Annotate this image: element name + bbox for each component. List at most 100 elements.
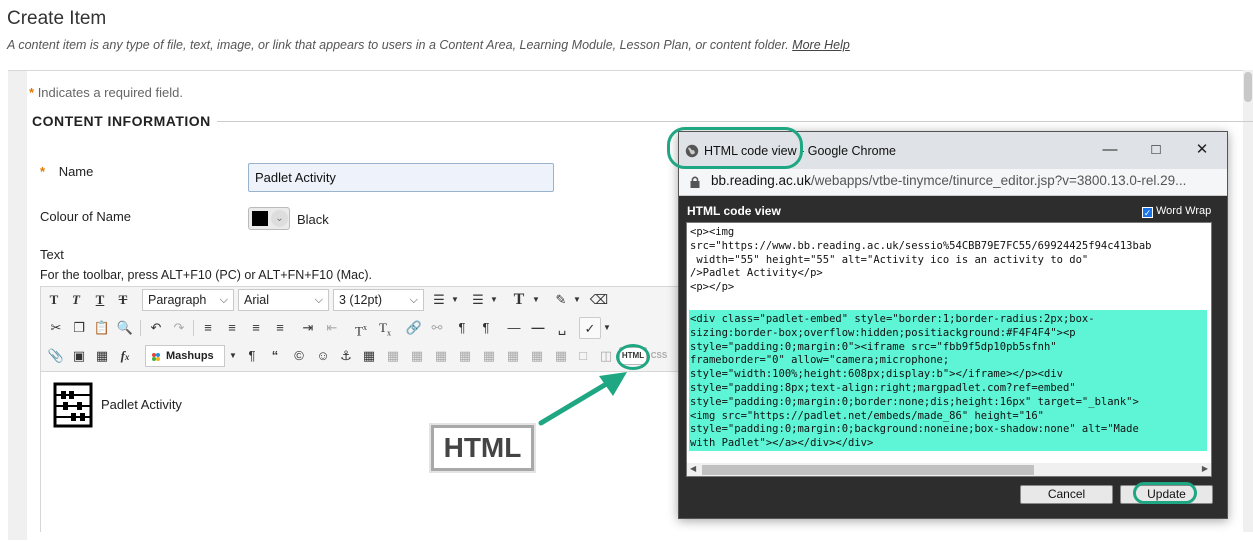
toolbar-row-3: 📎 ▣ ▦ fx Mashups ▼ ¶ “ © ☺ ⚓ ▦ ▦ ▦ ▦ ▦ ▦… <box>41 343 679 369</box>
math-formula-icon[interactable]: fx <box>114 345 136 367</box>
html-callout: HTML <box>431 425 534 471</box>
horizontal-rule-icon[interactable]: — <box>527 317 549 339</box>
table-merge-icon[interactable]: ▦ <box>550 345 572 367</box>
subscript-icon[interactable]: Tx <box>374 317 396 339</box>
table-split-icon[interactable]: ▦ <box>526 345 548 367</box>
insert-media-icon[interactable]: ▦ <box>91 345 113 367</box>
scroll-left-icon[interactable]: ◀ <box>690 464 696 473</box>
align-left-icon[interactable]: ≡ <box>197 317 219 339</box>
copy-icon[interactable]: ❐ <box>68 317 90 339</box>
name-required-star: * <box>40 164 46 179</box>
colour-swatch <box>252 211 268 226</box>
text-color-icon[interactable]: T <box>508 289 530 311</box>
chevron-down-icon[interactable]: ▼ <box>602 317 612 339</box>
table-row-before-icon[interactable]: ▦ <box>382 345 404 367</box>
table-delete-col-icon[interactable]: ▦ <box>502 345 524 367</box>
size-select[interactable]: 3 (12pt) ⌵ <box>333 289 424 311</box>
align-center-icon[interactable]: ≡ <box>221 317 243 339</box>
html-code-textarea[interactable]: <p><img src="https://www.bb.reading.ac.u… <box>686 222 1212 477</box>
toolbar-separator <box>193 320 194 336</box>
table-cell-icon[interactable]: □ <box>572 345 594 367</box>
italic-icon[interactable]: T <box>65 289 87 311</box>
name-input[interactable] <box>248 163 554 192</box>
chevron-down-icon[interactable]: ▼ <box>572 289 582 311</box>
page-description: A content item is any type of file, text… <box>7 38 850 52</box>
page-scrollbar-thumb[interactable] <box>1244 72 1252 102</box>
toolbar-separator <box>140 320 141 336</box>
paste-icon[interactable]: 📋 <box>91 317 113 339</box>
align-right-icon[interactable]: ≡ <box>245 317 267 339</box>
superscript-icon[interactable]: Tx <box>350 317 372 339</box>
link-icon[interactable]: 🔗 <box>403 317 425 339</box>
insert-image-icon[interactable]: ▣ <box>68 345 90 367</box>
text-label: Text <box>40 247 64 262</box>
section-divider <box>217 121 1253 122</box>
format-select[interactable]: Paragraph ⌵ <box>142 289 234 311</box>
chevron-down-icon[interactable]: ▼ <box>450 289 460 311</box>
chevron-down-icon: ⌵ <box>219 294 228 306</box>
editor-item-text: Padlet Activity <box>101 397 182 412</box>
table-icon[interactable]: ▦ <box>358 345 380 367</box>
scroll-right-icon[interactable]: ▶ <box>1202 464 1208 473</box>
numbered-list-icon[interactable]: ☰ <box>467 289 489 311</box>
word-wrap-checkbox[interactable]: ✓ Word Wrap <box>1142 205 1211 218</box>
address-bar[interactable]: bb.reading.ac.uk/webapps/vtbe-tinymce/ti… <box>679 169 1227 196</box>
unlink-icon[interactable]: ⚯ <box>426 317 448 339</box>
section-title: CONTENT INFORMATION <box>32 113 211 129</box>
copyright-icon[interactable]: © <box>288 345 310 367</box>
font-select[interactable]: Arial ⌵ <box>238 289 329 311</box>
undo-icon[interactable]: ↶ <box>145 317 167 339</box>
ltr-icon[interactable]: ¶ <box>451 317 473 339</box>
underline-icon[interactable]: T <box>89 289 111 311</box>
eraser-icon[interactable]: ⌫ <box>588 289 610 311</box>
close-icon[interactable]: ✕ <box>1191 140 1213 160</box>
outdent-icon[interactable]: ⇤ <box>321 317 343 339</box>
redo-icon[interactable]: ↷ <box>168 317 190 339</box>
anchor-icon[interactable]: ⚓ <box>335 345 357 367</box>
justify-icon[interactable]: ≡ <box>269 317 291 339</box>
scrollbar-thumb[interactable] <box>702 465 1034 475</box>
strikethrough-icon[interactable]: T <box>112 289 134 311</box>
mashups-icon <box>152 353 160 361</box>
horizontal-line-icon[interactable]: — <box>503 317 525 339</box>
indent-icon[interactable]: ⇥ <box>297 317 319 339</box>
more-help-link[interactable]: More Help <box>792 38 850 52</box>
css-button[interactable]: CSS <box>648 345 670 367</box>
format-select-value: Paragraph <box>148 293 207 307</box>
chevron-down-icon[interactable]: ▼ <box>531 289 541 311</box>
update-button-highlight <box>1133 482 1197 504</box>
page-scrollbar[interactable] <box>1243 70 1253 532</box>
table-row-after-icon[interactable]: ▦ <box>406 345 428 367</box>
cut-icon[interactable]: ✂ <box>45 317 67 339</box>
mashups-select[interactable]: Mashups <box>145 345 225 367</box>
emoticon-icon[interactable]: ☺ <box>312 345 334 367</box>
maximize-icon[interactable]: □ <box>1145 140 1167 160</box>
highlight-pen-icon[interactable]: ✎ <box>550 289 572 311</box>
chevron-down-icon: ⌵ <box>314 294 323 306</box>
font-select-value: Arial <box>244 293 270 307</box>
editor-toolbar: T T T T Paragraph ⌵ Arial ⌵ 3 (12pt) ⌵ ☰ ▼ … <box>40 286 680 372</box>
mashups-label: Mashups <box>166 350 214 362</box>
name-label: Name <box>58 164 94 179</box>
attach-file-icon[interactable]: 📎 <box>45 345 67 367</box>
chevron-down-icon[interactable]: ▼ <box>228 345 238 367</box>
nonbreaking-space-icon[interactable]: ␣ <box>551 317 573 339</box>
colour-label: Colour of Name <box>40 209 132 224</box>
table-col-before-icon[interactable]: ▦ <box>454 345 476 367</box>
rtl-icon[interactable]: ¶ <box>475 317 497 339</box>
code-horizontal-scrollbar[interactable]: ◀ ▶ <box>687 463 1211 476</box>
show-blocks-icon[interactable]: ◫ <box>595 345 617 367</box>
code-text-selected: <div class="padlet-embed" style="border:… <box>690 313 1139 450</box>
bullet-list-icon[interactable]: ☰ <box>428 289 450 311</box>
cancel-button[interactable]: Cancel <box>1020 485 1113 504</box>
chevron-down-icon[interactable]: ▼ <box>489 289 499 311</box>
minimize-icon[interactable]: — <box>1099 140 1121 160</box>
table-col-after-icon[interactable]: ▦ <box>478 345 500 367</box>
blockquote-icon[interactable]: “ <box>264 345 286 367</box>
spellcheck-icon[interactable]: ✓ <box>579 317 601 339</box>
table-delete-row-icon[interactable]: ▦ <box>430 345 452 367</box>
find-icon[interactable]: 🔍 <box>114 317 136 339</box>
paragraph-icon[interactable]: ¶ <box>241 345 263 367</box>
colour-picker[interactable]: ⌄ <box>248 207 290 230</box>
bold-icon[interactable]: T <box>43 289 65 311</box>
